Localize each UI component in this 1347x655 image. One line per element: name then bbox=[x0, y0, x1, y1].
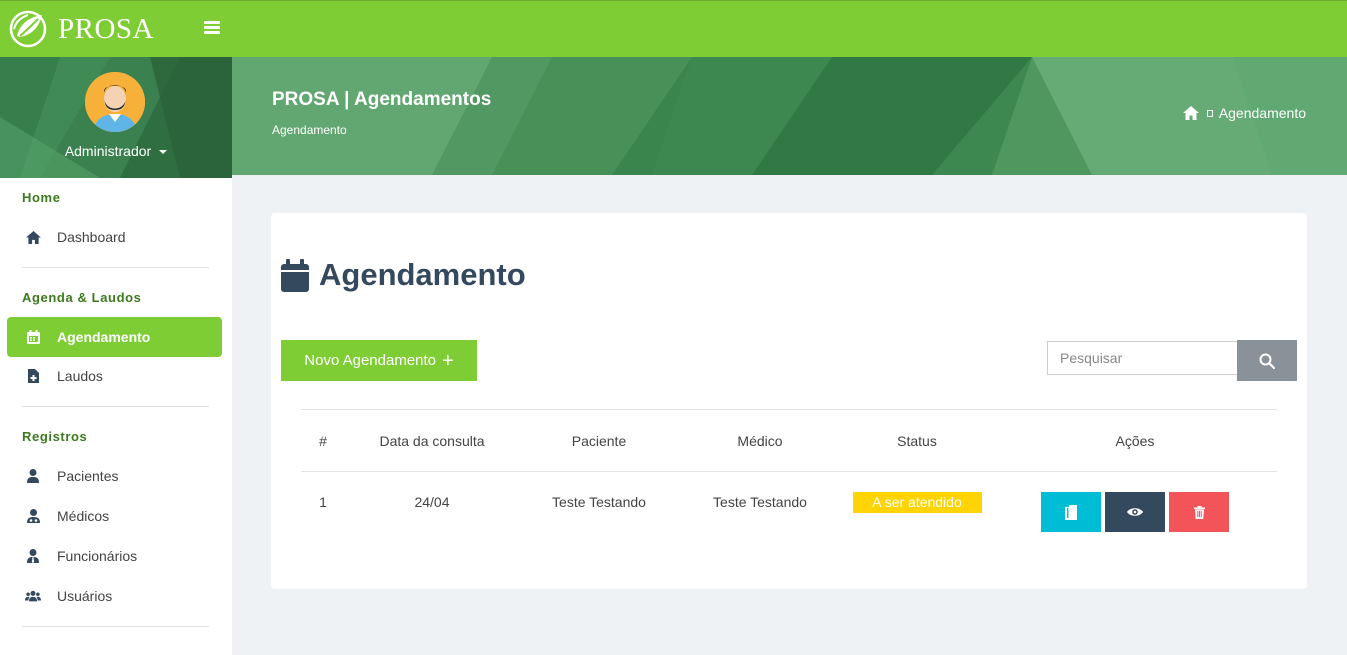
sidebar-item-label: Laudos bbox=[57, 368, 103, 384]
sidebar-item-agendamento[interactable]: Agendamento bbox=[7, 317, 222, 357]
leaf-logo-icon bbox=[9, 10, 47, 48]
page-subtitle: Agendamento bbox=[272, 123, 347, 137]
menu-toggle-icon[interactable] bbox=[204, 21, 220, 35]
view-button[interactable] bbox=[1105, 492, 1165, 532]
delete-button[interactable] bbox=[1169, 492, 1229, 532]
status-badge: A ser atendido bbox=[852, 492, 982, 513]
sidebar-item-label: Médicos bbox=[57, 508, 110, 524]
nav-header-home: Home bbox=[22, 190, 61, 205]
page-title: PROSA | Agendamentos bbox=[272, 89, 492, 110]
content-card: Agendamento Novo Agendamento + # Data da… bbox=[271, 213, 1307, 589]
users-icon bbox=[25, 588, 41, 604]
home-icon bbox=[25, 229, 41, 245]
user-menu-dropdown[interactable]: Administrador bbox=[0, 143, 232, 159]
sidebar-item-laudos[interactable]: Laudos bbox=[7, 356, 222, 396]
sidebar-item-label: Agendamento bbox=[57, 329, 151, 345]
user-tie-icon bbox=[25, 548, 41, 564]
sidebar: Administrador Home Dashboard Agenda & La… bbox=[0, 57, 232, 655]
eye-icon bbox=[1127, 508, 1143, 516]
appointments-table: # Data da consulta Paciente Médico Statu… bbox=[301, 409, 1277, 533]
cell-patient: Teste Testando bbox=[552, 494, 646, 510]
app-logo[interactable]: PROSA bbox=[8, 9, 154, 49]
cell-actions bbox=[993, 472, 1277, 533]
row-actions bbox=[993, 492, 1277, 532]
user-name: Administrador bbox=[64, 143, 152, 159]
search-input[interactable] bbox=[1047, 341, 1237, 375]
sidebar-item-usuarios[interactable]: Usuários bbox=[7, 576, 222, 616]
search-icon bbox=[1259, 353, 1275, 369]
sidebar-item-label: Funcionários bbox=[57, 548, 138, 564]
calendar-icon bbox=[25, 329, 41, 345]
sidebar-divider bbox=[22, 406, 209, 407]
new-appointment-label: Novo Agendamento bbox=[304, 352, 437, 369]
user-doctor-icon bbox=[25, 508, 41, 524]
table-row[interactable]: 1 24/04 Teste Testando Teste Testando A … bbox=[301, 472, 1277, 533]
sidebar-item-funcionarios[interactable]: Funcionários bbox=[7, 536, 222, 576]
user-avatar-icon bbox=[85, 72, 145, 132]
user-icon bbox=[25, 468, 41, 484]
plus-icon: + bbox=[442, 349, 454, 372]
cell-doctor: Teste Testando bbox=[713, 494, 807, 510]
avatar[interactable] bbox=[85, 72, 145, 132]
nav-header-registros: Registros bbox=[22, 429, 88, 444]
table-header-row: # Data da consulta Paciente Médico Statu… bbox=[301, 409, 1277, 472]
sidebar-item-pacientes[interactable]: Pacientes bbox=[7, 456, 222, 496]
app-name: PROSA bbox=[58, 12, 154, 45]
section-title-text: Agendamento bbox=[319, 257, 526, 292]
calendar-icon bbox=[281, 258, 309, 292]
file-icon bbox=[1065, 504, 1077, 520]
nav-header-agenda: Agenda & Laudos bbox=[22, 290, 142, 305]
column-header-doctor[interactable]: Médico bbox=[679, 409, 841, 472]
column-header-status[interactable]: Status bbox=[841, 409, 993, 472]
column-header-id[interactable]: # bbox=[301, 409, 345, 472]
edit-button[interactable] bbox=[1041, 492, 1101, 532]
breadcrumb-item: Agendamento bbox=[1218, 105, 1306, 121]
file-medical-icon bbox=[25, 368, 41, 384]
breadcrumb-separator-icon bbox=[1206, 109, 1213, 117]
breadcrumb: Agendamento bbox=[1182, 105, 1306, 121]
column-header-patient[interactable]: Paciente bbox=[519, 409, 679, 472]
section-title: Agendamento bbox=[281, 257, 526, 293]
user-profile-panel: Administrador bbox=[0, 57, 232, 178]
page-header-band: PROSA | Agendamentos Agendamento Agendam… bbox=[232, 57, 1347, 175]
top-navbar: PROSA bbox=[0, 0, 1347, 57]
cell-date: 24/04 bbox=[414, 494, 450, 510]
cell-id: 1 bbox=[319, 494, 327, 510]
caret-down-icon bbox=[159, 150, 168, 155]
home-icon[interactable] bbox=[1182, 106, 1199, 120]
column-header-actions: Ações bbox=[993, 409, 1277, 472]
sidebar-item-label: Usuários bbox=[57, 588, 113, 604]
sidebar-item-label: Pacientes bbox=[57, 468, 119, 484]
cell-status: A ser atendido bbox=[841, 472, 993, 533]
trash-icon bbox=[1193, 505, 1205, 519]
sidebar-item-label: Dashboard bbox=[57, 229, 126, 245]
new-appointment-button[interactable]: Novo Agendamento + bbox=[281, 340, 477, 381]
sidebar-item-dashboard[interactable]: Dashboard bbox=[7, 217, 222, 257]
column-header-date[interactable]: Data da consulta bbox=[345, 409, 519, 472]
search-button[interactable] bbox=[1237, 340, 1297, 381]
sidebar-divider bbox=[22, 626, 209, 627]
header-background-pattern bbox=[232, 57, 1347, 175]
sidebar-divider bbox=[22, 267, 209, 268]
sidebar-item-medicos[interactable]: Médicos bbox=[7, 496, 222, 536]
